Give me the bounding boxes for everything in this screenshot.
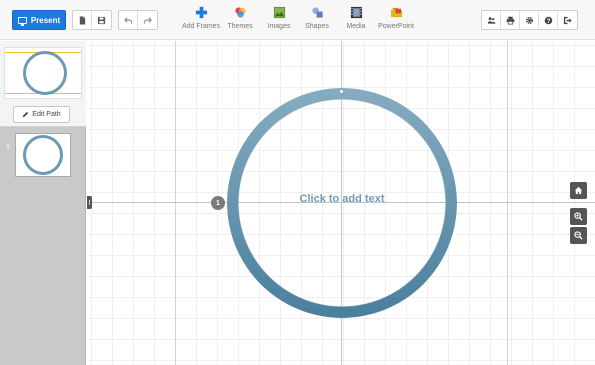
redo-icon [143,16,152,24]
zoom-in-icon [574,212,583,221]
undo-icon [123,16,132,24]
images-icon [272,5,286,19]
path-step-number: 1 [6,144,10,151]
svg-text:?: ? [546,17,550,24]
new-document-button[interactable] [73,11,92,29]
present-icon [17,16,27,26]
sidebar-collapse-handle[interactable] [87,196,92,209]
pencil-icon [22,111,29,118]
file-button-group [72,10,112,30]
powerpoint-icon [389,5,403,19]
images-label: Images [267,23,291,30]
path-number-badge[interactable]: 1 [211,196,225,210]
home-view-button[interactable] [570,182,587,199]
editing-canvas[interactable]: 1 Click to add text [87,41,595,365]
path-step-row: 1 [0,133,86,179]
media-icon [349,5,363,19]
help-icon: ? [544,16,552,24]
present-button[interactable]: Present [12,10,66,30]
present-label: Present [30,15,61,25]
step-thumbnail-circle-frame [23,135,63,175]
add-frames-button[interactable]: Add Frames [181,5,221,37]
save-icon [97,16,106,24]
edit-path-button[interactable]: Edit Path [13,106,70,123]
share-icon [487,16,495,24]
text-placeholder[interactable]: Click to add text [227,193,457,205]
settings-button[interactable] [520,11,539,29]
overview-thumbnail[interactable] [4,47,82,99]
guide-line-vertical-right [507,41,508,365]
themes-button[interactable]: Themes [225,5,255,37]
frame-anchor-dot [340,90,343,93]
exit-icon [563,16,572,24]
shapes-label: Shapes [305,23,329,30]
thumbnail-circle-frame [23,51,67,95]
path-step-thumbnail[interactable] [15,133,71,177]
shapes-icon [310,5,324,19]
help-button[interactable]: ? [539,11,558,29]
document-icon [79,15,85,25]
media-button[interactable]: Media [341,5,371,37]
path-sidebar: Edit Path 1 [0,41,86,365]
print-button[interactable] [501,11,520,29]
zoom-out-button[interactable] [570,227,587,244]
media-label: Media [346,23,366,30]
themes-label: Themes [227,23,253,30]
settings-icon [525,16,533,24]
home-icon [574,186,583,195]
powerpoint-button[interactable]: PowerPoint [376,5,416,37]
share-button[interactable] [482,11,501,29]
zoom-in-button[interactable] [570,208,587,225]
edit-path-label: Edit Path [32,111,61,118]
add-frames-label: Add Frames [181,23,221,30]
themes-icon [233,5,247,19]
zoom-out-icon [574,231,583,240]
guide-line-vertical-left [175,41,176,365]
exit-button[interactable] [558,11,577,29]
powerpoint-label: PowerPoint [378,23,414,30]
redo-button[interactable] [138,11,157,29]
utility-button-group: ? [481,10,578,30]
save-button[interactable] [92,11,111,29]
add-frames-icon [194,5,208,19]
shapes-button[interactable]: Shapes [302,5,332,37]
overview-panel: Edit Path [0,41,86,127]
history-button-group [118,10,158,30]
images-button[interactable]: Images [264,5,294,37]
print-icon [506,16,514,24]
undo-button[interactable] [119,11,138,29]
top-toolbar: Present Add Frames Themes Images Shapes … [0,0,595,40]
